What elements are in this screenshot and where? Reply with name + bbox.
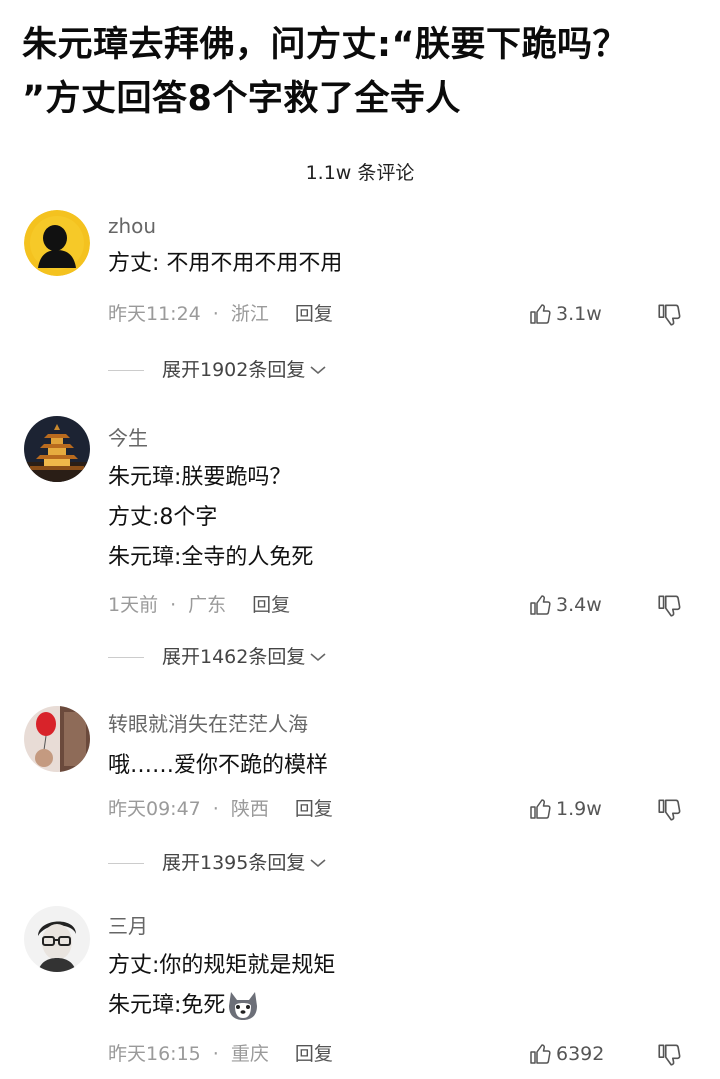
like-count: 3.4w <box>556 594 602 616</box>
dislike-button[interactable] <box>656 593 686 623</box>
reply-button[interactable]: 回复 <box>295 303 333 325</box>
comment-count: 1.1w 条评论 <box>305 162 415 184</box>
comment-line: 方丈:8个字 <box>108 505 218 530</box>
comment-meta: 昨天16:15 · 重庆 回复 <box>108 1039 333 1069</box>
comment-line: 朱元璋:免死 <box>108 986 335 1026</box>
expand-replies-label: 展开1902条回复 <box>162 359 306 381</box>
expand-replies-label: 展开1462条回复 <box>162 646 306 668</box>
chevron-down-icon <box>309 848 327 878</box>
article-comments-page: 朱元璋去拜佛，问方丈:“朕要下跪吗？ ”方丈回答8个字救了全寺人 1.1w 条评… <box>0 0 720 1079</box>
comment-line: 哦……爱你不跪的模样 <box>108 753 329 778</box>
comment-line: 方丈: 不用不用不用不用 <box>108 251 343 276</box>
comment-line: 朱元璋:朕要跪吗？ <box>108 465 292 490</box>
thumbs-up-icon <box>528 797 552 821</box>
reply-button[interactable]: 回复 <box>295 798 333 820</box>
meta-separator: · <box>212 798 219 820</box>
article-title: 朱元璋去拜佛，问方丈:“朕要下跪吗？ ”方丈回答8个字救了全寺人 <box>22 18 702 126</box>
expand-replies-label: 展开1395条回复 <box>162 852 306 874</box>
divider <box>108 862 144 864</box>
avatar-balloon[interactable] <box>24 706 90 772</box>
thumbs-down-icon <box>656 593 686 619</box>
comment-username[interactable]: 三月 <box>108 910 148 939</box>
divider <box>108 656 144 658</box>
comment-location: 重庆 <box>230 1043 269 1065</box>
comment-meta: 昨天09:47 · 陕西 回复 <box>108 794 333 824</box>
thumbs-down-icon <box>656 1042 686 1068</box>
like-button[interactable]: 1.9w <box>528 794 602 824</box>
expand-replies-button[interactable]: 展开1902条回复 <box>108 355 327 385</box>
thumbs-up-icon <box>528 1042 552 1066</box>
comment-line: 方丈:你的规矩就是规矩 <box>108 953 336 978</box>
like-count: 6392 <box>556 1043 605 1065</box>
like-count: 3.1w <box>556 303 602 325</box>
meta-separator: · <box>212 303 219 325</box>
comment-location: 浙江 <box>230 303 269 325</box>
article-title-line-2: ”方丈回答8个字救了全寺人 <box>22 79 461 119</box>
like-count: 1.9w <box>556 798 602 820</box>
chevron-down-icon <box>309 642 327 672</box>
reply-button[interactable]: 回复 <box>252 594 290 616</box>
thumbs-up-icon <box>528 593 552 617</box>
comment-time: 昨天09:47 <box>108 798 201 820</box>
dislike-button[interactable] <box>656 1042 686 1072</box>
chevron-down-icon <box>309 355 327 385</box>
like-button[interactable]: 3.1w <box>528 299 602 329</box>
comment-time: 昨天11:24 <box>108 303 201 325</box>
husky-emoji-icon <box>225 990 261 1022</box>
reply-button[interactable]: 回复 <box>295 1043 333 1065</box>
comment-meta: 昨天11:24 · 浙江 回复 <box>108 299 333 329</box>
comment-time: 昨天16:15 <box>108 1043 201 1065</box>
comment-meta: 1天前 · 广东 回复 <box>108 590 290 620</box>
dislike-button[interactable] <box>656 797 686 827</box>
thumbs-up-icon <box>528 302 552 326</box>
comment-username[interactable]: 今生 <box>108 422 148 451</box>
comment-body: 方丈:你的规矩就是规矩 朱元璋:免死 <box>108 946 335 1026</box>
like-button[interactable]: 6392 <box>528 1039 604 1069</box>
comment-body: 朱元璋:朕要跪吗？ 方丈:8个字 朱元璋:全寺的人免死 <box>108 458 313 578</box>
comment-location: 陕西 <box>230 798 269 820</box>
article-title-line-1: 朱元璋去拜佛，问方丈:“朕要下跪吗？ <box>22 25 629 65</box>
avatar-silhouette[interactable] <box>24 210 90 276</box>
comment-line-text: 朱元璋:免死 <box>108 993 226 1018</box>
meta-separator: · <box>170 594 177 616</box>
avatar-pagoda[interactable] <box>24 416 90 482</box>
thumbs-down-icon <box>656 302 686 328</box>
comment-body: 方丈: 不用不用不用不用 <box>108 244 342 284</box>
comment-time: 1天前 <box>108 594 159 616</box>
avatar-glasses-man[interactable] <box>24 906 90 972</box>
dislike-button[interactable] <box>656 302 686 332</box>
expand-replies-button[interactable]: 展开1462条回复 <box>108 642 327 672</box>
meta-separator: · <box>212 1043 219 1065</box>
expand-replies-button[interactable]: 展开1395条回复 <box>108 848 327 878</box>
comment-location: 广东 <box>188 594 227 616</box>
comment-username[interactable]: zhou <box>108 214 156 238</box>
comment-line: 朱元璋:全寺的人免死 <box>108 545 314 570</box>
comment-body: 哦……爱你不跪的模样 <box>108 746 328 786</box>
divider <box>108 369 144 371</box>
like-button[interactable]: 3.4w <box>528 590 602 620</box>
comment-username[interactable]: 转眼就消失在茫茫人海 <box>108 708 308 737</box>
thumbs-down-icon <box>656 797 686 823</box>
